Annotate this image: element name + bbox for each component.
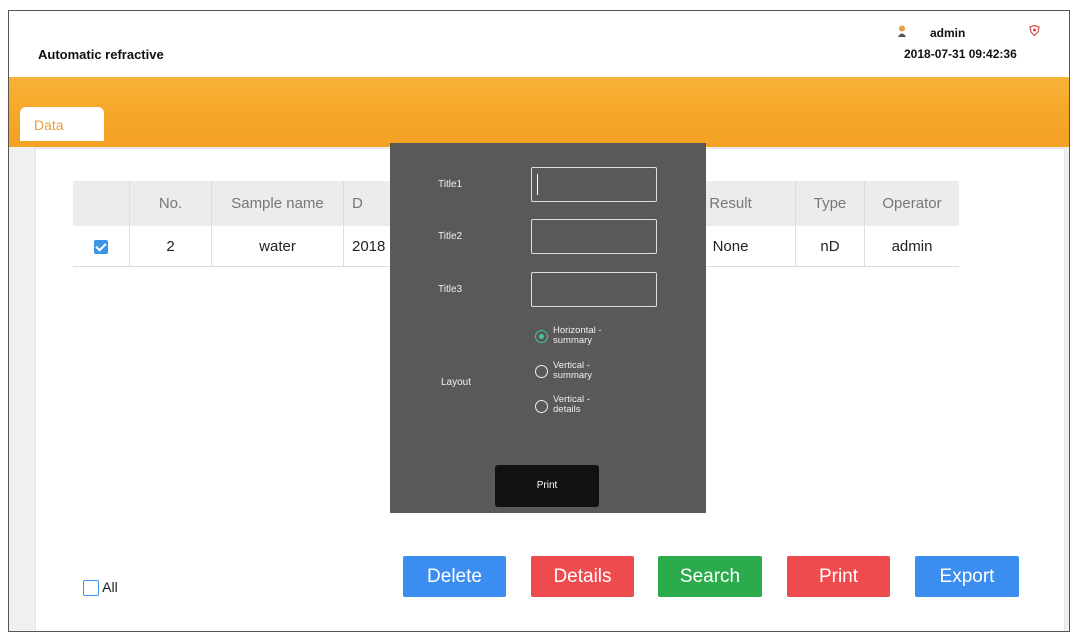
option-line: details — [553, 404, 581, 415]
title2-input[interactable] — [531, 219, 657, 254]
layout-option-horizontal-summary[interactable]: Horizontal - summary — [553, 326, 633, 346]
print-dialog: Title1 Title2 Title3 Layout Horizontal -… — [390, 143, 706, 513]
details-button[interactable]: Details — [531, 556, 634, 597]
title1-label: Title1 — [438, 179, 463, 190]
header-type: Type — [795, 181, 865, 226]
row-checkbox[interactable] — [94, 239, 108, 254]
layout-radio-vertical-summary[interactable] — [535, 365, 548, 378]
app-title: Automatic refractive — [38, 47, 164, 62]
layout-radio-vertical-details[interactable] — [535, 400, 548, 413]
app-window: Automatic refractive admin 2018-07-31 09… — [8, 10, 1070, 632]
datetime: 2018-07-31 09:42:36 — [904, 47, 1017, 61]
layout-radio-horizontal-summary[interactable] — [535, 330, 548, 343]
text-caret — [537, 174, 538, 195]
layout-label: Layout — [441, 377, 472, 388]
select-all[interactable]: All — [83, 579, 118, 597]
option-line: summary — [553, 335, 593, 346]
title3-label: Title3 — [438, 284, 463, 295]
header-select — [73, 181, 130, 226]
select-all-checkbox[interactable] — [83, 580, 99, 597]
header-operator: Operator — [864, 181, 959, 226]
print-button[interactable]: Print — [787, 556, 890, 597]
search-button[interactable]: Search — [658, 556, 762, 597]
shield-icon[interactable] — [1029, 25, 1040, 36]
select-all-label: All — [102, 579, 118, 595]
top-bar: Automatic refractive admin 2018-07-31 09… — [9, 11, 1069, 77]
dialog-print-button[interactable]: Print — [495, 465, 599, 507]
layout-option-vertical-details[interactable]: Vertical - details — [553, 395, 633, 415]
header-banner — [9, 77, 1069, 147]
option-line: summary — [553, 370, 593, 381]
cell-sample-name: water — [211, 226, 344, 267]
cell-operator: admin — [864, 226, 959, 267]
delete-button[interactable]: Delete — [403, 556, 506, 597]
tab-data[interactable]: Data — [20, 107, 104, 141]
header-no: No. — [129, 181, 212, 226]
cell-no: 2 — [129, 226, 212, 267]
row-checkbox-cell[interactable] — [73, 226, 130, 267]
user-icon — [898, 25, 906, 37]
title1-input[interactable] — [531, 167, 657, 202]
title3-input[interactable] — [531, 272, 657, 307]
export-button[interactable]: Export — [915, 556, 1019, 597]
title2-label: Title2 — [438, 231, 463, 242]
layout-option-vertical-summary[interactable]: Vertical - summary — [553, 361, 633, 381]
header-sample-name: Sample name — [211, 181, 344, 226]
user-name: admin — [930, 26, 966, 40]
cell-type: nD — [795, 226, 865, 267]
